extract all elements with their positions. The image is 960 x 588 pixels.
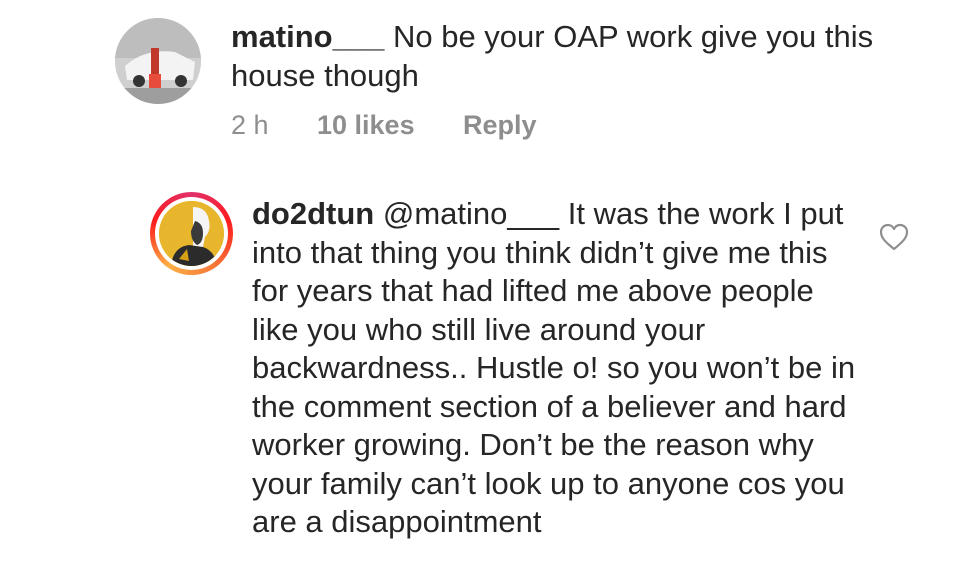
comment-username[interactable]: matino___ xyxy=(231,19,384,54)
reply-body: It was the work I put into that thing yo… xyxy=(252,196,864,539)
comment-text: matino___ No be your OAP work give you t… xyxy=(231,18,931,95)
reply-mention[interactable]: @matino___ xyxy=(383,196,559,231)
comment-likes[interactable]: 10 likes xyxy=(317,110,463,141)
comment-meta: 2 h 10 likes Reply xyxy=(231,110,537,141)
avatar-photo xyxy=(159,201,224,266)
reply-button[interactable]: Reply xyxy=(463,110,537,141)
reply-text: do2dtun @matino___ It was the work I put… xyxy=(252,195,862,542)
avatar-photo xyxy=(115,18,201,104)
avatar[interactable] xyxy=(115,18,201,104)
heart-outline-icon[interactable] xyxy=(878,222,910,252)
avatar[interactable] xyxy=(150,192,233,275)
reply-username[interactable]: do2dtun xyxy=(252,196,374,231)
comment-time: 2 h xyxy=(231,110,269,140)
